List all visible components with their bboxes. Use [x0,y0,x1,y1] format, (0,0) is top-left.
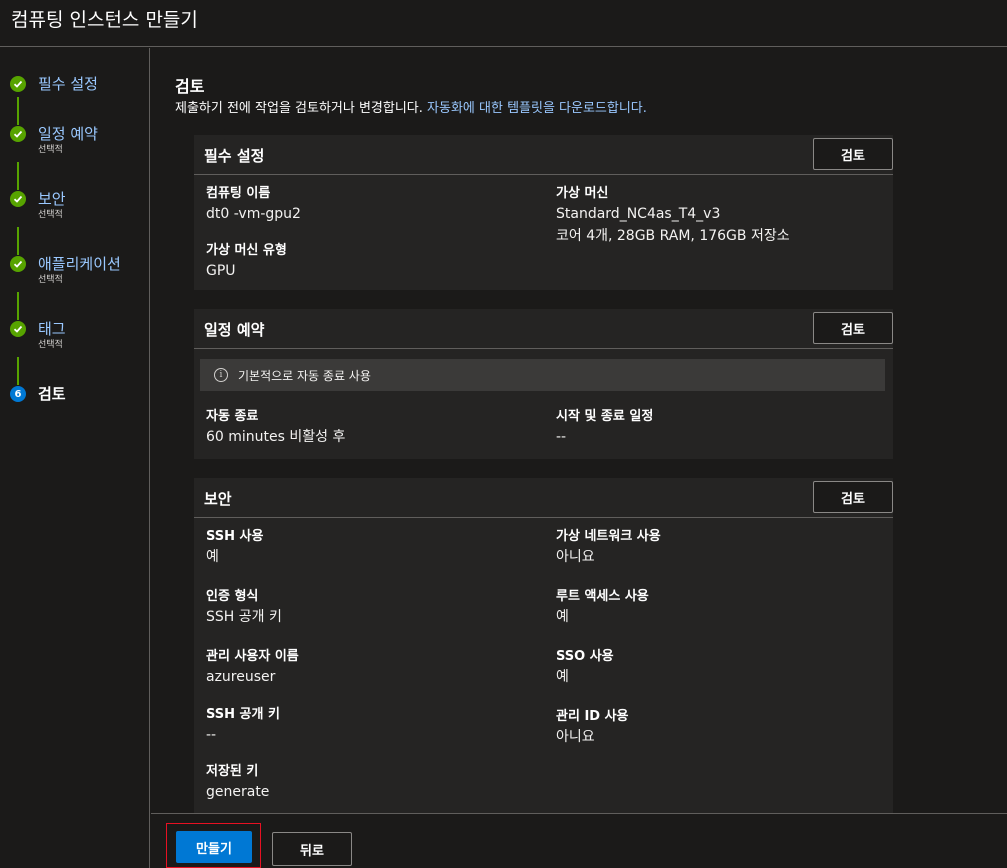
checkmark-icon [10,321,26,337]
create-button[interactable]: 만들기 [176,831,252,863]
panel-header: 일정 예약 검토 [194,309,893,349]
admin-username-field: 관리 사용자 이름 azureuser [206,648,299,688]
field-label: 자동 종료 [206,409,259,424]
field-value: 예 [556,609,569,625]
step-applications[interactable]: 애플리케이션선택적 [10,253,121,285]
field-value: 코어 4개, 28GB RAM, 176GB 저장소 [556,228,790,244]
info-text: 기본적으로 자동 종료 사용 [238,368,371,383]
field-value: 60 minutes 비활성 후 [206,429,346,445]
compute-name-field: 컴퓨팅 이름 dt0 -vm-gpu2 [206,185,301,225]
field-label: 관리 사용자 이름 [206,649,299,664]
sso-field: SSO 사용 예 [556,648,614,688]
schedule-panel: 일정 예약 검토 i 기본적으로 자동 종료 사용 자동 종료 60 minut… [194,309,893,459]
info-icon: i [214,368,228,382]
step-optional-label: 선택적 [38,145,63,155]
field-label: SSO 사용 [556,649,614,664]
review-content: 검토 제출하기 전에 작업을 검토하거나 변경합니다. 자동화에 대한 템플릿을… [151,48,1007,813]
field-value: -- [206,727,217,743]
step-label: 보안 [38,190,66,208]
field-value: 예 [556,669,569,685]
review-required-button[interactable]: 검토 [813,138,893,170]
step-label: 필수 설정 [38,75,98,93]
field-label: 컴퓨팅 이름 [206,186,271,201]
field-value: generate [206,784,270,800]
field-label: 가상 네트워크 사용 [556,529,661,544]
step-label: 일정 예약 [38,125,98,143]
panel-title: 일정 예약 [204,321,265,339]
field-value: 아니요 [556,729,595,745]
field-label: 가상 머신 [556,186,609,201]
security-panel: 보안 검토 SSH 사용 예 인증 형식 SSH 공개 키 관리 사용자 이름 … [194,478,893,813]
footer-bar: 만들기 뒤로 [151,813,1007,868]
field-value: -- [556,429,567,445]
field-label: SSH 사용 [206,529,264,544]
step-label: 태그 [38,320,66,338]
field-label: 가상 머신 유형 [206,243,287,258]
auto-shutdown-field: 자동 종료 60 minutes 비활성 후 [206,408,345,448]
step-optional-label: 선택적 [38,275,63,285]
checkmark-icon [10,126,26,142]
field-value: Standard_NC4as_T4_v3 [556,206,721,222]
start-stop-schedule-field: 시작 및 종료 일정 -- [556,408,653,448]
step-connector [17,292,19,320]
create-button-highlight: 만들기 [166,823,261,868]
panel-title: 필수 설정 [204,147,265,165]
step-optional-label: 선택적 [38,340,63,350]
field-label: SSH 공개 키 [206,707,280,722]
field-value: 아니요 [556,549,595,565]
panel-title: 보안 [204,490,232,508]
field-label: 시작 및 종료 일정 [556,409,654,424]
review-security-button[interactable]: 검토 [813,481,893,513]
step-label: 검토 [38,385,66,403]
back-button[interactable]: 뒤로 [272,832,352,866]
wizard-steps: 필수 설정 일정 예약 선택적 보안 선택적 애플리케이션 선택적 태그 선택적 6 검… [0,48,150,868]
ssh-enabled-field: SSH 사용 예 [206,528,263,568]
review-schedule-button[interactable]: 검토 [813,312,893,344]
page-title: 컴퓨팅 인스턴스 만들기 [11,9,198,31]
step-security[interactable]: 보안선택적 [10,188,66,220]
panel-header: 필수 설정 검토 [194,135,893,175]
title-bar: 컴퓨팅 인스턴스 만들기 [0,0,1007,47]
step-connector [17,97,19,125]
field-value: SSH 공개 키 [206,609,282,625]
info-banner: i 기본적으로 자동 종료 사용 [200,359,885,391]
step-connector [17,162,19,190]
managed-identity-field: 관리 ID 사용 아니요 [556,708,629,748]
step-tags[interactable]: 태그선택적 [10,318,66,350]
ssh-public-key-field: SSH 공개 키 -- [206,706,280,746]
step-required-settings[interactable]: 필수 설정 [10,73,98,95]
checkmark-icon [10,191,26,207]
field-value: 예 [206,549,219,565]
review-description: 제출하기 전에 작업을 검토하거나 변경합니다. 자동화에 대한 템플릿을 다운… [175,97,647,116]
field-value: dt0 -vm-gpu2 [206,206,301,222]
section-heading: 검토 [175,77,205,96]
vm-type-field: 가상 머신 유형 GPU [206,242,287,282]
step-number-badge: 6 [10,386,26,402]
step-label: 애플리케이션 [38,255,121,273]
field-value: GPU [206,263,236,279]
checkmark-icon [10,256,26,272]
step-schedule[interactable]: 일정 예약선택적 [10,123,98,155]
step-optional-label: 선택적 [38,210,63,220]
stored-key-field: 저장된 키 generate [206,763,269,803]
field-label: 루트 액세스 사용 [556,589,649,604]
required-settings-panel: 필수 설정 검토 컴퓨팅 이름 dt0 -vm-gpu2 가상 머신 유형 GP… [194,135,893,290]
field-value: azureuser [206,669,276,685]
auth-type-field: 인증 형식 SSH 공개 키 [206,588,282,628]
description-text: 제출하기 전에 작업을 검토하거나 변경합니다. [175,101,423,116]
checkmark-icon [10,76,26,92]
field-label: 관리 ID 사용 [556,709,629,724]
panel-header: 보안 검토 [194,478,893,518]
vm-size-field: 가상 머신 Standard_NC4as_T4_v3 코어 4개, 28GB R… [556,185,790,247]
step-review[interactable]: 6 검토 [10,383,66,405]
field-label: 저장된 키 [206,764,259,779]
step-connector [17,357,19,385]
vnet-field: 가상 네트워크 사용 아니요 [556,528,661,568]
download-template-link[interactable]: 자동화에 대한 템플릿을 다운로드합니다. [427,101,647,116]
root-access-field: 루트 액세스 사용 예 [556,588,649,628]
field-label: 인증 형식 [206,589,259,604]
step-connector [17,227,19,255]
